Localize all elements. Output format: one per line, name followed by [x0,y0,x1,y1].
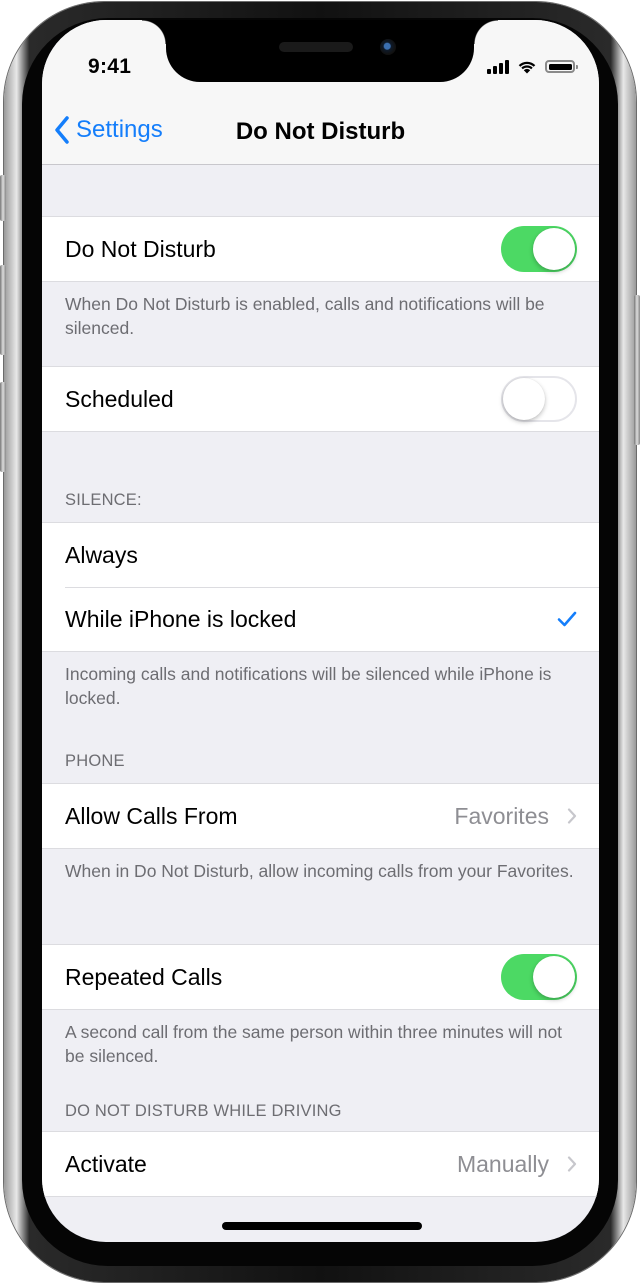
phone-group: Allow Calls From Favorites [42,783,599,849]
toggle-knob [533,956,575,998]
driving-header: DO NOT DISTURB WHILE DRIVING [65,1102,342,1120]
option-label: Always [65,541,138,568]
checkmark-icon [557,611,577,627]
activate-value: Manually [456,1150,549,1177]
mute-switch [0,175,6,221]
repeated-group: Repeated Calls [42,944,599,1010]
silence-group: Always While iPhone is locked [42,522,599,652]
back-button[interactable]: Settings [54,116,163,144]
driving-group: Activate Manually [42,1131,599,1197]
dnd-label: Do Not Disturb [65,235,216,262]
notch [142,20,498,82]
status-icons [487,59,578,74]
settings-list: Do Not Disturb When Do Not Disturb is en… [42,165,599,1197]
activate-row[interactable]: Activate Manually [42,1132,599,1196]
dnd-toggle[interactable] [501,226,577,272]
silence-option-always[interactable]: Always [42,523,599,587]
toggle-knob [533,228,575,270]
repeated-footer: A second call from the same person withi… [65,1022,563,1066]
wifi-icon [518,61,536,74]
status-time: 9:41 [88,55,132,78]
phone-footer: When in Do Not Disturb, allow incoming c… [65,861,574,881]
option-label: While iPhone is locked [65,605,297,632]
navigation-bar: Settings Do Not Disturb [42,100,599,165]
chevron-right-icon [567,808,577,824]
chevron-right-icon [567,1156,577,1172]
dnd-group: Do Not Disturb [42,216,599,282]
battery-icon [545,60,578,73]
dnd-footer: When Do Not Disturb is enabled, calls an… [65,294,545,338]
toggle-knob [503,378,545,420]
chevron-left-icon [55,116,69,144]
repeated-calls-row: Repeated Calls [42,945,599,1009]
back-label: Settings [76,116,163,143]
allow-calls-value: Favorites [454,802,549,829]
screen: 9:41 Settings Do Not Disturb Do Not Dist… [42,20,599,1242]
scheduled-row: Scheduled [42,367,599,431]
silence-option-while-locked[interactable]: While iPhone is locked [42,587,599,651]
scheduled-toggle[interactable] [501,376,577,422]
home-indicator[interactable] [222,1222,422,1230]
repeated-calls-toggle[interactable] [501,954,577,1000]
activate-label: Activate [65,1150,147,1177]
silence-header: SILENCE: [65,491,142,509]
scheduled-label: Scheduled [65,385,174,412]
scheduled-group: Scheduled [42,366,599,432]
phone-header: PHONE [65,752,125,770]
volume-up-button [0,265,6,355]
front-camera [380,39,396,55]
dnd-row: Do Not Disturb [42,217,599,281]
repeated-calls-label: Repeated Calls [65,963,223,990]
silence-footer: Incoming calls and notifications will be… [65,664,552,708]
allow-calls-label: Allow Calls From [65,802,238,829]
speaker-grille [279,42,353,52]
side-button [634,295,640,445]
allow-calls-from-row[interactable]: Allow Calls From Favorites [42,784,599,848]
cellular-signal-icon [487,59,509,74]
volume-down-button [0,382,6,472]
